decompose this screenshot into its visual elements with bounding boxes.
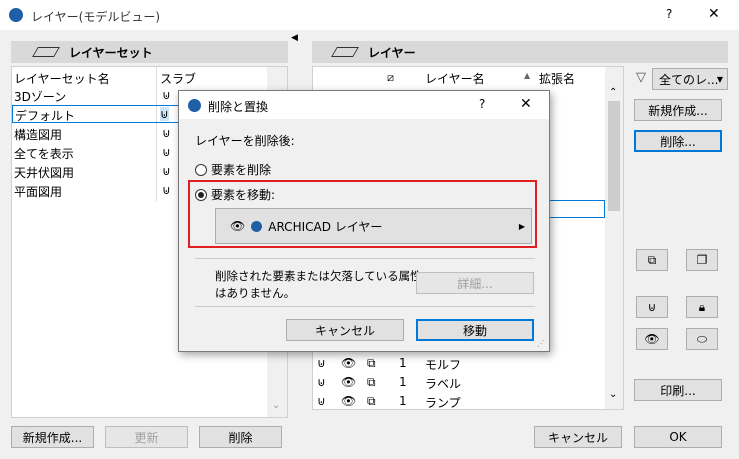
layer-sets-header: レイヤーセット [11,41,288,63]
col-header-name: レイヤーセット名 [14,72,110,86]
radio-selected-icon [195,188,207,201]
col-header-ext: 拡張名 [539,72,576,86]
col-header-slab: スラブ [160,72,197,86]
eye-icon: 👁 [644,332,660,346]
eye-icon[interactable]: 👁 [341,375,356,389]
dialog-cancel-button[interactable]: キャンセル [286,319,404,341]
lock-icon[interactable]: ⊍ [317,394,326,408]
delete-replace-dialog: 削除と置換 ? ✕ レイヤーを削除後: 要素を削除 要素を移動: 👁 ARCHI… [178,90,550,352]
eye-closed-icon: ⬭ [696,331,708,346]
dialog-close-button[interactable]: ✕ [520,96,532,112]
unlock-all-button[interactable]: ⊍ [636,296,668,318]
lock-icon: ⊍ [162,145,171,159]
cancel-button[interactable]: キャンセル [534,426,622,448]
layer-state-icon[interactable]: ⧉ [367,375,376,389]
table-row[interactable]: ⊍ 👁 ⧉ 1 ラベル [313,373,603,391]
layers-title: レイヤー [368,45,416,60]
table-row[interactable]: ⊍ 👁 ⧉ 1 ランプ [313,392,603,409]
dialog-help-button[interactable]: ? [479,97,485,111]
eye-icon: 👁 [230,219,246,233]
divider [195,258,535,259]
layer-filter-select[interactable]: 全てのレ... ▼ [652,68,728,90]
resize-grip-icon[interactable]: ⋰ [537,339,545,348]
lock-icon: ⊍ [162,183,171,197]
eye-icon[interactable]: 👁 [341,394,356,408]
dialog-title: 削除と置換 [208,100,269,114]
radio-icon [195,163,207,176]
ok-button[interactable]: OK [634,426,722,448]
lock-icon: ⊍ [162,164,171,178]
table-row[interactable]: ⊍ 👁 ⧉ 1 モルフ [313,354,603,372]
layer-set-new-button[interactable]: 新規作成... [11,426,94,448]
close-button[interactable]: ✕ [708,6,720,22]
col-header-layer-name: レイヤー名 [425,72,485,86]
info-text-line1: 削除された要素または欠落している属性 [215,269,422,283]
move-button[interactable]: 移動 [416,319,534,341]
archicad-logo-icon [9,8,23,22]
window-title-bar: レイヤー(モデルビュー) ? ✕ [0,0,739,30]
layer-set-delete-button[interactable]: 削除 [199,426,282,448]
chevron-down-icon[interactable]: ⌄ [609,389,617,400]
chevron-down-icon: ▼ [716,74,723,84]
target-layer-select[interactable]: 👁 ARCHICAD レイヤー ▶ [215,208,532,244]
copy-icon: ⧉ [647,252,657,267]
collapse-arrow-icon[interactable]: ◀ [291,33,298,43]
radio-move-elements[interactable]: 要素を移動: [195,186,275,203]
lock-icon: ⊍ [162,88,171,102]
layer-delete-button[interactable]: 削除... [634,130,722,152]
hide-all-button[interactable]: ⬭ [686,328,718,350]
layer-sets-icon [32,47,60,57]
layer-set-update-button[interactable]: 更新 [105,426,188,448]
scrollbar-thumb[interactable] [608,101,620,211]
unlock-icon: ⊍ [647,300,657,314]
print-button[interactable]: 印刷... [634,379,722,401]
chevron-down-icon[interactable]: ⌄ [272,400,280,411]
filter-icon: ▽ [636,70,646,85]
dialog-title-bar: 削除と置換 ? ✕ [179,91,549,119]
layers-icon [331,47,359,57]
copy-settings-button[interactable]: ⧉ [636,249,668,271]
radio-delete-elements[interactable]: 要素を削除 [195,161,271,178]
layer-state-icon[interactable]: ⧉ [367,356,376,370]
layer-state-icon[interactable]: ⧉ [367,394,376,408]
layer-sets-title: レイヤーセット [69,45,153,60]
help-button[interactable]: ? [666,7,672,21]
layer-new-button[interactable]: 新規作成... [634,99,722,121]
archicad-layer-icon [251,220,263,232]
lock-icon: ⊍ [162,126,171,140]
vertical-scrollbar[interactable]: ⌃ ⌄ [605,67,623,409]
eye-icon[interactable]: 👁 [341,356,356,370]
archicad-logo-icon [188,99,201,112]
layer-icon: ⧄ [387,71,394,84]
layers-header: レイヤー [312,41,728,63]
lock-icon: 🔒︎ [698,299,706,314]
info-text-line2: はありません。 [215,286,296,300]
duplicate-icon: ❐ [696,253,708,267]
detail-button[interactable]: 詳細... [416,272,534,294]
selected-row-outline [543,200,605,218]
window-title: レイヤー(モデルビュー) [31,10,161,24]
paste-settings-button[interactable]: ❐ [686,249,718,271]
lock-all-button[interactable]: 🔒︎ [686,296,718,318]
chevron-up-icon[interactable]: ⌃ [609,87,617,98]
divider [195,306,535,307]
show-all-button[interactable]: 👁 [636,328,668,350]
sort-asc-icon[interactable]: ▲ [524,71,530,80]
lock-icon: ⊍ [160,107,169,121]
lock-icon[interactable]: ⊍ [317,375,326,389]
section-label: レイヤーを削除後: [195,134,295,148]
lock-icon[interactable]: ⊍ [317,356,326,370]
chevron-right-icon: ▶ [518,221,525,231]
